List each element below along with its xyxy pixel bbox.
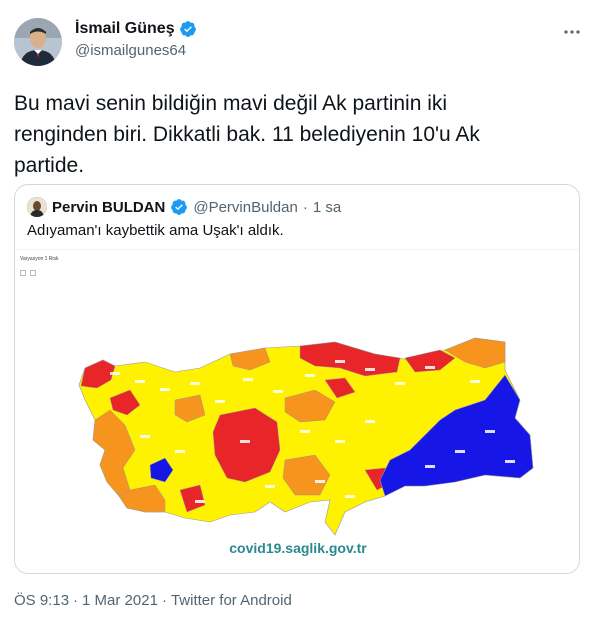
author-handle[interactable]: @ismailgunes64 bbox=[75, 42, 186, 59]
author-avatar[interactable] bbox=[14, 18, 62, 66]
turkey-risk-map bbox=[78, 337, 534, 536]
meta-separator: · bbox=[73, 592, 79, 609]
map-source-url: covid19.saglik.gov.tr bbox=[229, 540, 367, 556]
more-icon[interactable] bbox=[562, 22, 582, 42]
tweet-time[interactable]: ÖS 9:13 bbox=[14, 592, 69, 609]
quoted-header: Pervin BULDAN @PervinBuldan · 1 sa bbox=[27, 197, 341, 217]
quoted-tweet[interactable]: Pervin BULDAN @PervinBuldan · 1 sa Adıya… bbox=[14, 184, 580, 574]
map-region-red-konya bbox=[212, 407, 281, 483]
author-name-row[interactable]: İsmail Güneş bbox=[75, 20, 197, 38]
tweet-client[interactable]: Twitter for Android bbox=[171, 592, 292, 609]
verified-badge-icon bbox=[179, 21, 196, 37]
meta-separator: · bbox=[161, 592, 167, 609]
quoted-text: Adıyaman'ı kaybettik ama Uşak'ı aldık. bbox=[27, 222, 284, 239]
quoted-name[interactable]: Pervin BULDAN bbox=[52, 199, 165, 216]
tweet-text: Bu mavi senin bildiğin mavi değil Ak par… bbox=[14, 92, 480, 177]
verified-badge-icon bbox=[171, 199, 188, 215]
quoted-handle[interactable]: @PervinBuldan bbox=[193, 199, 297, 216]
quoted-separator: · bbox=[302, 198, 308, 216]
quoted-time[interactable]: 1 sa bbox=[313, 199, 341, 216]
author-name[interactable]: İsmail Güneş bbox=[75, 20, 175, 38]
quoted-avatar bbox=[27, 197, 47, 217]
tweet-page: İsmail Güneş @ismailgunes64 Bu mavi seni… bbox=[0, 0, 607, 619]
quoted-map-image[interactable]: Varyasyon 1 Risk covid19.saglik.gov.tr bbox=[15, 249, 579, 573]
tweet-date[interactable]: 1 Mar 2021 bbox=[82, 592, 158, 609]
tweet-metadata: ÖS 9:13 · 1 Mar 2021 · Twitter for Andro… bbox=[14, 592, 292, 609]
